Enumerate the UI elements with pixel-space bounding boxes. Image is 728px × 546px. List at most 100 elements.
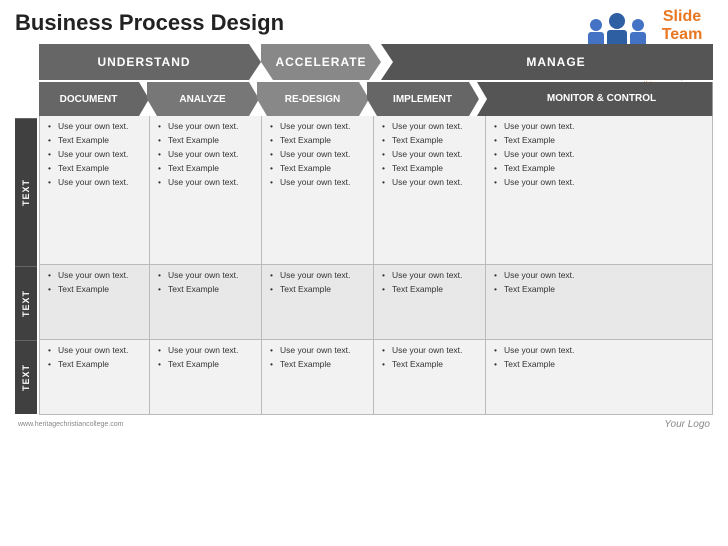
logo-icon: Slide Team xyxy=(588,8,718,44)
data-row-b: Use your own text. Text Example Use your… xyxy=(40,265,712,340)
cell-a3: Use your own text. Text Example Use your… xyxy=(262,116,374,264)
list-item: Use your own text. xyxy=(48,345,145,357)
subheader-redesign: RE-DESIGN xyxy=(257,82,369,116)
list-item: Text Example xyxy=(158,284,257,296)
list-item: Use your own text. xyxy=(494,149,708,161)
left-label-row1: TEXT xyxy=(15,118,37,266)
subheader-monitor: MONITOR & CONTROL xyxy=(477,82,713,116)
arrow-understand: UNDERSTAND xyxy=(39,44,261,80)
cell-b1: Use your own text. Text Example xyxy=(40,265,150,339)
list-item: Use your own text. xyxy=(158,270,257,282)
list-item: Text Example xyxy=(270,163,369,175)
list-item: Use your own text. xyxy=(494,270,708,282)
cell-b5: Use your own text. Text Example xyxy=(486,265,712,339)
cell-a2: Use your own text. Text Example Use your… xyxy=(150,116,262,264)
bullet-list-b1: Use your own text. Text Example xyxy=(48,270,145,296)
list-item: Use your own text. xyxy=(270,121,369,133)
bullet-list-a1: Use your own text. Text Example Use your… xyxy=(48,121,145,188)
list-item: Text Example xyxy=(158,163,257,175)
cell-c2: Use your own text. Text Example xyxy=(150,340,262,414)
cell-a4: Use your own text. Text Example Use your… xyxy=(374,116,486,264)
bullet-list-b2: Use your own text. Text Example xyxy=(158,270,257,296)
person-head-large xyxy=(609,13,625,29)
right-table: UNDERSTAND ACCELERATE MANAGE DOCUMENT AN… xyxy=(39,44,713,415)
arrow-accelerate: ACCELERATE xyxy=(261,44,381,80)
person-body-large xyxy=(607,30,627,44)
logo-people xyxy=(588,8,646,44)
list-item: Text Example xyxy=(48,359,145,371)
cell-b2: Use your own text. Text Example xyxy=(150,265,262,339)
list-item: Use your own text. xyxy=(270,177,369,189)
list-item: Use your own text. xyxy=(48,121,145,133)
logo-person-right xyxy=(630,19,646,44)
cell-b4: Use your own text. Text Example xyxy=(374,265,486,339)
list-item: Use your own text. xyxy=(158,149,257,161)
data-row-a: Use your own text. Text Example Use your… xyxy=(40,116,712,265)
person-body xyxy=(588,32,604,44)
left-labels: TEXT TEXT TEXT xyxy=(15,44,37,415)
list-item: Use your own text. xyxy=(48,177,145,189)
person-body-r xyxy=(630,32,646,44)
subheader-implement: IMPLEMENT xyxy=(367,82,479,116)
subheader-document: DOCUMENT xyxy=(39,82,149,116)
data-grid: Use your own text. Text Example Use your… xyxy=(39,116,713,415)
list-item: Text Example xyxy=(494,135,708,147)
bullet-list-c2: Use your own text. Text Example xyxy=(158,345,257,371)
main-table-wrapper: TEXT TEXT TEXT UNDERSTAND ACCELERATE MAN… xyxy=(15,44,713,415)
label-spacer xyxy=(15,44,37,118)
person-head-r xyxy=(632,19,644,31)
list-item: Use your own text. xyxy=(48,270,145,282)
list-item: Use your own text. xyxy=(382,149,481,161)
list-item: Use your own text. xyxy=(270,149,369,161)
cell-c5: Use your own text. Text Example xyxy=(486,340,712,414)
cell-a1: Use your own text. Text Example Use your… xyxy=(40,116,150,264)
bullet-list-c3: Use your own text. Text Example xyxy=(270,345,369,371)
list-item: Use your own text. xyxy=(158,121,257,133)
bullet-list-a3: Use your own text. Text Example Use your… xyxy=(270,121,369,188)
list-item: Use your own text. xyxy=(158,177,257,189)
list-item: Text Example xyxy=(158,359,257,371)
list-item: Use your own text. xyxy=(382,177,481,189)
list-item: Use your own text. xyxy=(494,121,708,133)
bullet-list-a5: Use your own text. Text Example Use your… xyxy=(494,121,708,188)
bottom-logo-label: Your Logo xyxy=(664,419,710,430)
person-head xyxy=(590,19,602,31)
list-item: Use your own text. xyxy=(270,270,369,282)
bullet-list-a4: Use your own text. Text Example Use your… xyxy=(382,121,481,188)
list-item: Text Example xyxy=(270,284,369,296)
arrow-manage: MANAGE xyxy=(381,44,713,80)
list-item: Use your own text. xyxy=(494,177,708,189)
list-item: Text Example xyxy=(48,284,145,296)
list-item: Use your own text. xyxy=(382,345,481,357)
list-item: Text Example xyxy=(48,135,145,147)
list-item: Text Example xyxy=(382,284,481,296)
cell-c4: Use your own text. Text Example xyxy=(374,340,486,414)
list-item: Text Example xyxy=(48,163,145,175)
left-label-row3: TEXT xyxy=(15,340,37,414)
cell-b3: Use your own text. Text Example xyxy=(262,265,374,339)
list-item: Use your own text. xyxy=(270,345,369,357)
header-row2: DOCUMENT ANALYZE RE-DESIGN IMPLEMENT MON… xyxy=(39,82,713,116)
list-item: Text Example xyxy=(382,359,481,371)
list-item: Text Example xyxy=(270,359,369,371)
page-container: Business Process Design Slide Team Maki xyxy=(0,0,728,546)
bottom-url: www.heritagechristiancollege.com xyxy=(18,421,123,428)
cell-a5: Use your own text. Text Example Use your… xyxy=(486,116,712,264)
bullet-list-b5: Use your own text. Text Example xyxy=(494,270,708,296)
subheader-analyze: ANALYZE xyxy=(147,82,259,116)
list-item: Text Example xyxy=(270,135,369,147)
slide-team-brand: Slide Team xyxy=(646,8,718,44)
list-item: Use your own text. xyxy=(494,345,708,357)
cell-c1: Use your own text. Text Example xyxy=(40,340,150,414)
bullet-list-a2: Use your own text. Text Example Use your… xyxy=(158,121,257,188)
list-item: Text Example xyxy=(494,359,708,371)
list-item: Text Example xyxy=(494,284,708,296)
bottom-bar: www.heritagechristiancollege.com Your Lo… xyxy=(10,417,718,432)
list-item: Use your own text. xyxy=(382,121,481,133)
header-row1: UNDERSTAND ACCELERATE MANAGE xyxy=(39,44,713,80)
bullet-list-c4: Use your own text. Text Example xyxy=(382,345,481,371)
bullet-list-c1: Use your own text. Text Example xyxy=(48,345,145,371)
list-item: Text Example xyxy=(382,135,481,147)
logo-person-left xyxy=(588,19,604,44)
list-item: Text Example xyxy=(382,163,481,175)
